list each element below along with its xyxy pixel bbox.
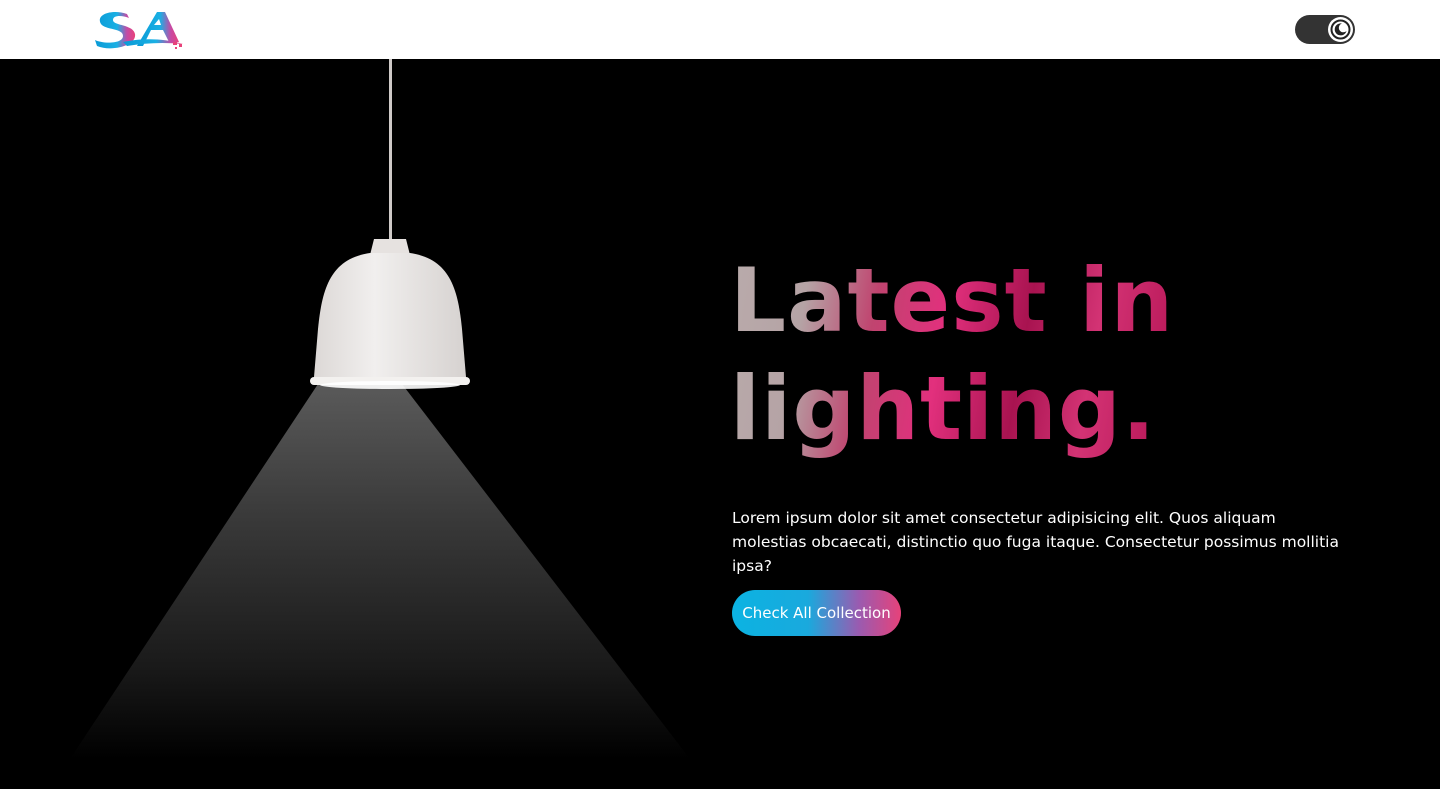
moon-icon xyxy=(1330,19,1351,40)
check-all-collection-button[interactable]: Check All Collection xyxy=(732,590,901,636)
headline-line-1: Latest in xyxy=(730,249,1175,352)
navbar xyxy=(0,0,1440,59)
theme-toggle[interactable] xyxy=(1295,15,1355,44)
hero-description: Lorem ipsum dolor sit amet consectetur a… xyxy=(732,509,1339,575)
sa-logo[interactable] xyxy=(93,8,189,50)
sa-logo-icon xyxy=(95,12,183,49)
pendant-lamp-image xyxy=(70,59,690,759)
headline-line-2: lighting. xyxy=(730,357,1157,460)
toggle-knob xyxy=(1328,17,1353,42)
hero-headline: Latest in lighting. xyxy=(730,247,1290,463)
hero-section: Latest in lighting. Lorem ipsum dolor si… xyxy=(0,59,1440,789)
